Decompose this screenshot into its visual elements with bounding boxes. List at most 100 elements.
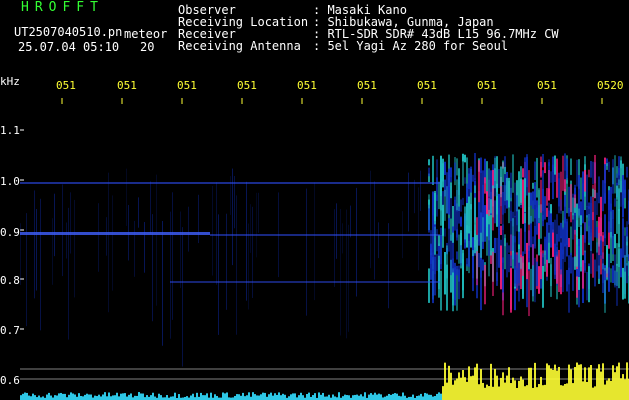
noise-streak (170, 211, 171, 339)
echo-streak (546, 259, 548, 277)
noise-streak (346, 209, 347, 339)
echo-streak (542, 265, 544, 308)
x-tick-10: 0520 (597, 79, 624, 92)
level-bar (306, 394, 308, 400)
echo-streak (526, 154, 528, 196)
noise-streak (144, 222, 145, 273)
echo-streak (618, 248, 620, 268)
level-bar (200, 392, 202, 400)
level-bar (120, 393, 122, 400)
echo-streak (498, 228, 500, 268)
echo-streak (522, 179, 524, 224)
noise-streak (236, 195, 237, 335)
echo-streak (534, 161, 536, 181)
level-bar (114, 395, 116, 400)
level-bar (530, 367, 532, 400)
level-bar (108, 392, 110, 400)
echo-streak (558, 178, 560, 214)
noise-streak (370, 170, 371, 269)
noise-streak (248, 223, 249, 310)
level-bar (302, 395, 304, 400)
noise-streak (334, 209, 335, 287)
echo-streak (452, 226, 454, 233)
level-bar (236, 394, 238, 400)
echo-streak (532, 182, 534, 189)
echo-streak (556, 234, 558, 257)
echo-streak (558, 249, 560, 293)
level-bar (94, 395, 96, 400)
carrier-line (20, 232, 210, 235)
noise-streak (112, 195, 113, 291)
signal-level-trace (20, 362, 629, 400)
echo-streak (512, 154, 514, 193)
echo-streak (588, 169, 590, 178)
echo-streak (494, 200, 496, 224)
echo-streak (552, 164, 554, 173)
noise-streak (138, 197, 139, 228)
echo-streak (444, 252, 446, 295)
noise-streak (62, 184, 63, 277)
noise-streak (198, 194, 199, 244)
echo-streak (480, 171, 482, 217)
echo-streak (528, 270, 530, 317)
echo-streak (432, 252, 434, 261)
x-tick-5: 051 (297, 79, 317, 92)
level-bar (34, 395, 36, 400)
level-bar (50, 395, 52, 400)
level-bar (422, 396, 424, 400)
noise-streak (230, 176, 231, 215)
echo-streak (508, 245, 510, 253)
mode-tag: meteor (124, 27, 168, 41)
carrier-line (210, 234, 440, 236)
level-bar (576, 362, 578, 400)
level-bar (524, 386, 526, 400)
echo-streak (506, 177, 508, 201)
echo-streak (454, 262, 456, 306)
noise-streak (68, 207, 69, 340)
noise-streak (418, 187, 419, 271)
x-tick-9: 051 (537, 79, 557, 92)
echo-streak (438, 235, 440, 246)
echo-streak (562, 155, 564, 191)
level-bar (274, 393, 276, 400)
level-bar (626, 362, 628, 400)
level-bar (204, 395, 206, 400)
echo-streak (554, 269, 556, 280)
level-bar (540, 376, 542, 400)
echo-streak (456, 158, 458, 176)
echo-streak (434, 193, 436, 225)
level-bar (542, 385, 544, 400)
level-bar (578, 364, 580, 400)
echo-streak (566, 158, 568, 179)
noise-streak (108, 172, 109, 313)
level-bar (258, 395, 260, 400)
echo-streak (480, 212, 482, 233)
level-bar (416, 395, 418, 400)
echo-streak (496, 156, 498, 193)
echo-streak (522, 256, 524, 276)
level-bar (86, 393, 88, 400)
echo-streak (524, 212, 526, 224)
level-bar (570, 369, 572, 400)
noise-streak (256, 192, 257, 258)
level-bar (612, 365, 614, 400)
echo-streak (610, 186, 612, 212)
level-bar (262, 392, 264, 400)
level-bar (38, 395, 40, 400)
echo-streak (436, 177, 438, 201)
echo-streak (522, 168, 524, 178)
echo-streak (618, 168, 620, 176)
level-bar (512, 377, 514, 400)
level-bar (510, 383, 512, 400)
echo-streak (534, 186, 536, 205)
y-tick-1-1: 1.1 (0, 124, 20, 137)
noise-streak (378, 222, 379, 259)
noise-streak (156, 174, 157, 306)
echo-streak (446, 172, 448, 214)
echo-streak (518, 171, 520, 207)
echo-streak (602, 180, 604, 212)
level-bar (518, 380, 520, 400)
level-bar (298, 395, 300, 400)
level-bar (56, 395, 58, 400)
level-bar (456, 378, 458, 400)
